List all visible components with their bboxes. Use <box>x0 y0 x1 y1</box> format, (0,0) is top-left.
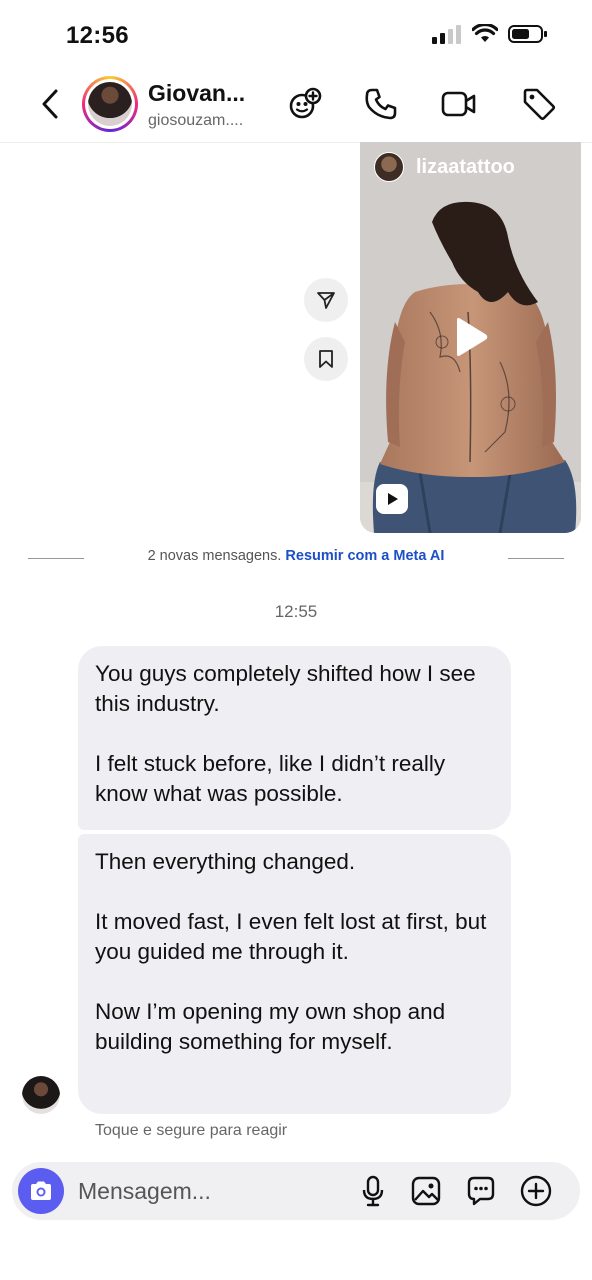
gallery-button[interactable] <box>408 1173 444 1209</box>
sticker-chat-button[interactable] <box>463 1173 499 1209</box>
send-icon <box>317 292 335 309</box>
image-icon <box>411 1176 441 1206</box>
message-input[interactable] <box>78 1176 338 1206</box>
message-paragraph: Then everything changed. <box>95 849 356 874</box>
label-button[interactable] <box>521 86 557 122</box>
tag-icon <box>523 88 556 121</box>
reel-username: lizaatattoo <box>416 155 515 178</box>
battery-icon <box>508 25 547 43</box>
bookmark-icon <box>319 350 333 368</box>
back-button[interactable] <box>34 86 66 122</box>
sender-avatar[interactable] <box>22 1076 60 1114</box>
wifi-icon <box>472 24 498 42</box>
message-paragraph: Now I’m opening my own shop and building… <box>95 999 446 1054</box>
contact-avatar[interactable] <box>82 76 138 132</box>
message-bubble[interactable]: You guys completely shifted how I see th… <box>78 646 511 830</box>
status-icons <box>432 24 548 44</box>
message-paragraph: It moved fast, I even felt lost at first… <box>95 909 487 964</box>
status-time: 12:56 <box>66 22 129 49</box>
add-people-icon <box>289 87 322 119</box>
message-paragraph: You guys completely shifted how I see th… <box>95 661 476 716</box>
summarize-meta-ai-link[interactable]: Resumir com a Meta AI <box>285 548 444 564</box>
camera-button[interactable] <box>18 1168 64 1214</box>
message-timestamp: 12:55 <box>274 602 318 621</box>
shared-reel[interactable]: lizaatattoo <box>360 142 581 533</box>
new-messages-text: 2 novas mensagens. <box>147 548 282 564</box>
message-paragraph: I felt stuck before, like I didn’t reall… <box>95 751 446 806</box>
reel-author[interactable]: lizaatattoo <box>374 152 515 182</box>
share-reel-button[interactable] <box>304 278 348 322</box>
contact-handle[interactable]: giosouzam.... <box>148 112 243 130</box>
reel-badge <box>376 484 408 514</box>
play-button[interactable] <box>453 317 489 362</box>
reels-icon <box>388 493 398 505</box>
more-options-button[interactable] <box>518 1173 554 1209</box>
add-people-button[interactable] <box>288 86 324 122</box>
signal-icon <box>432 25 461 44</box>
video-camera-icon <box>441 91 476 117</box>
status-bar: 12:56 <box>0 0 592 70</box>
reaction-hint: Toque e segure para reagir <box>95 1122 288 1139</box>
message-composer <box>12 1162 580 1220</box>
play-icon <box>457 318 488 356</box>
new-messages-divider: 2 novas mensagens. Resumir com a Meta AI <box>0 548 592 568</box>
save-reel-button[interactable] <box>304 337 348 381</box>
voice-call-button[interactable] <box>363 86 399 122</box>
plus-circle-icon <box>520 1175 552 1207</box>
message-bubble[interactable]: Then everything changed. It moved fast, … <box>78 834 511 1114</box>
contact-name[interactable]: Giovan... <box>148 80 245 107</box>
voice-message-button[interactable] <box>355 1173 391 1209</box>
chat-header: Giovan... giosouzam.... <box>0 70 592 142</box>
chevron-left-icon <box>42 89 58 119</box>
chat-bubble-icon <box>467 1176 495 1206</box>
video-call-button[interactable] <box>441 86 477 122</box>
microphone-icon <box>362 1175 384 1207</box>
camera-icon <box>31 1181 51 1200</box>
phone-icon <box>365 88 397 120</box>
reel-author-avatar <box>374 152 404 182</box>
